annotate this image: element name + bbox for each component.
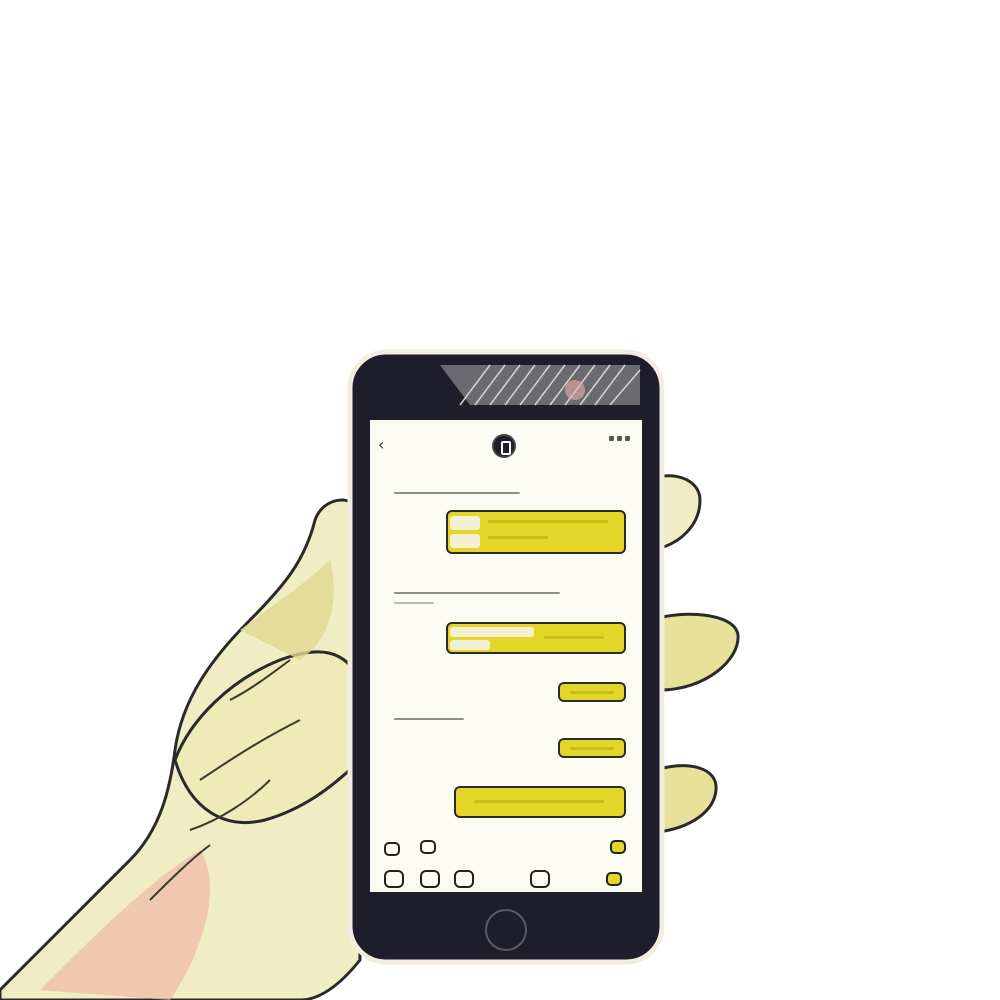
photos-icon[interactable] xyxy=(530,870,550,888)
outgoing-message[interactable] xyxy=(558,682,626,702)
compose-toolbar-row-2 xyxy=(370,868,642,892)
send-icon[interactable] xyxy=(610,840,626,854)
appstore-icon[interactable] xyxy=(420,840,436,854)
outgoing-message[interactable] xyxy=(558,738,626,758)
emoji-icon[interactable] xyxy=(420,870,440,888)
finger-middle xyxy=(650,612,740,692)
outgoing-message[interactable] xyxy=(454,786,626,818)
music-icon[interactable] xyxy=(454,870,474,888)
incoming-message xyxy=(394,492,520,494)
chat-header: ‹ xyxy=(370,420,642,470)
home-button-icon[interactable] xyxy=(485,909,527,951)
outgoing-message[interactable] xyxy=(446,622,626,654)
phone-glare xyxy=(440,364,641,406)
incoming-message xyxy=(394,602,434,604)
mic-icon[interactable] xyxy=(606,872,622,886)
sticker-icon[interactable] xyxy=(384,870,404,888)
incoming-message xyxy=(394,718,464,720)
chevron-left-icon[interactable]: ‹ xyxy=(378,437,388,453)
camera-icon[interactable] xyxy=(384,842,400,856)
contact-avatar-icon[interactable] xyxy=(492,434,516,458)
incoming-message xyxy=(394,592,560,594)
status-bar-icons xyxy=(606,426,636,441)
phone-screen: ‹ xyxy=(370,420,642,892)
outgoing-message[interactable] xyxy=(446,510,626,554)
compose-toolbar-row-1 xyxy=(370,838,642,862)
